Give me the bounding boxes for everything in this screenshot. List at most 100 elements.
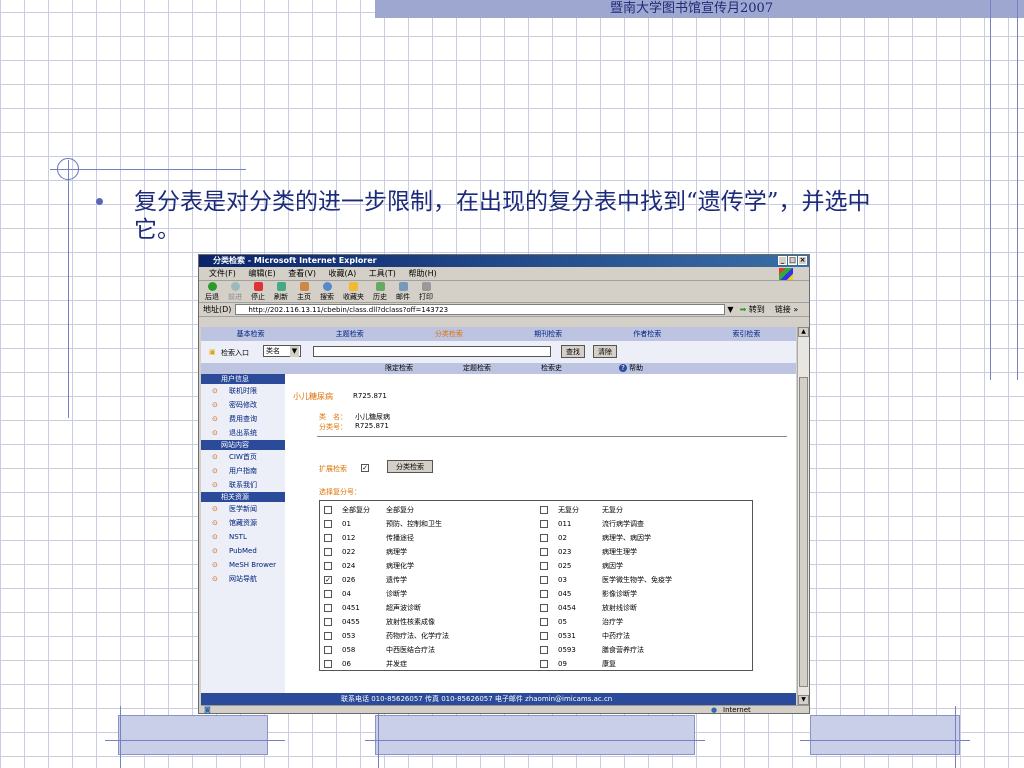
search-row: ▣ 检索入口 类名 ▼ 查找 清除 — [201, 341, 796, 363]
main-panel: 小儿糖尿病 R725.871 类 名： 小儿糖尿病 分类号： R725.871 … — [289, 374, 794, 694]
deco-box — [375, 715, 695, 755]
menu-file[interactable]: 文件(F) — [209, 269, 236, 278]
sidebar-item-holdings[interactable]: 馆藏资源 — [201, 516, 285, 530]
back-button[interactable]: 后退 — [205, 281, 219, 302]
close-button[interactable]: × — [798, 256, 807, 265]
menu-help[interactable]: 帮助(H) — [408, 269, 436, 278]
nav-limit-search[interactable]: 限定检索 — [385, 363, 413, 374]
menu-edit[interactable]: 编辑(E) — [248, 269, 275, 278]
subdivision-checkbox[interactable] — [324, 590, 332, 598]
subdivision-checkbox[interactable] — [324, 646, 332, 654]
subdivision-checkbox[interactable] — [540, 590, 548, 598]
nav-basic-search[interactable]: 基本检索 — [201, 327, 300, 341]
vertical-scrollbar[interactable]: ▲ ▼ — [797, 327, 809, 705]
subdivision-checkbox[interactable] — [324, 548, 332, 556]
stop-button[interactable]: 停止 — [251, 281, 265, 302]
mail-button[interactable]: 邮件 — [396, 281, 410, 302]
sidebar-item-sitemap[interactable]: 网站导航 — [201, 572, 285, 586]
subdivision-checkbox[interactable] — [324, 562, 332, 570]
nav-subject-search[interactable]: 主题检索 — [300, 327, 399, 341]
sidebar-item-mesh[interactable]: MeSH Brower — [201, 558, 285, 572]
favorites-button[interactable]: 收藏夹 — [343, 281, 364, 302]
subdivision-checkbox[interactable] — [540, 534, 548, 542]
sidebar-item-online-time[interactable]: 联机时限 — [201, 384, 285, 398]
subdivision-code: 0451 — [342, 604, 360, 612]
subdivision-checkbox[interactable] — [324, 604, 332, 612]
sidebar-item-contact[interactable]: 联系我们 — [201, 478, 285, 492]
home-button[interactable]: 主页 — [297, 281, 311, 302]
subdivision-checkbox[interactable] — [324, 618, 332, 626]
subdivision-checkbox[interactable] — [324, 660, 332, 668]
nav-author-search[interactable]: 作者检索 — [598, 327, 697, 341]
subdivision-checkbox[interactable] — [324, 534, 332, 542]
table-row: ✓ 026 遗传学 03 医学微生物学、免疫学 — [320, 573, 754, 587]
deco-line — [1017, 0, 1018, 380]
class-code: R725.871 — [353, 392, 387, 400]
field-select[interactable]: 类名 ▼ — [263, 345, 301, 357]
subdivision-name: 诊断学 — [386, 590, 407, 598]
menu-favorites[interactable]: 收藏(A) — [329, 269, 357, 278]
search-input[interactable] — [313, 346, 551, 357]
find-button[interactable]: 查找 — [561, 345, 585, 358]
menu-view[interactable]: 查看(V) — [288, 269, 316, 278]
subdivision-checkbox[interactable] — [540, 562, 548, 570]
nav-history[interactable]: 检索史 — [541, 363, 562, 374]
scroll-thumb[interactable] — [799, 377, 808, 687]
forward-button[interactable]: 前进 — [228, 281, 242, 302]
subdivision-checkbox[interactable] — [540, 646, 548, 654]
subdivision-name: 病理学 — [386, 548, 407, 556]
history-button[interactable]: 历史 — [373, 281, 387, 302]
sidebar-item-logout[interactable]: 退出系统 — [201, 426, 285, 440]
nav-help[interactable]: 帮助 — [629, 363, 643, 374]
nav-topic-search[interactable]: 定题检索 — [463, 363, 491, 374]
scroll-up-icon[interactable]: ▲ — [798, 327, 809, 337]
subdivision-checkbox[interactable] — [540, 576, 548, 584]
subdivision-code: 02 — [558, 534, 567, 542]
subdivision-checkbox[interactable] — [540, 520, 548, 528]
subdivision-checkbox[interactable] — [540, 632, 548, 640]
clear-button[interactable]: 清除 — [593, 345, 617, 358]
address-input[interactable]: http://202.116.13.11/cbebin/class.dll?dc… — [235, 304, 726, 315]
sidebar-item-password[interactable]: 密码修改 — [201, 398, 285, 412]
deco-box — [118, 715, 268, 755]
subdivision-code: 012 — [342, 534, 356, 542]
minimize-button[interactable]: _ — [778, 256, 787, 265]
scroll-down-icon[interactable]: ▼ — [798, 695, 809, 705]
subdivision-name: 放射线诊断 — [602, 604, 637, 612]
sidebar-item-news[interactable]: 医学新闻 — [201, 502, 285, 516]
subdivision-checkbox[interactable] — [324, 520, 332, 528]
menu-tools[interactable]: 工具(T) — [369, 269, 396, 278]
subdivision-checkbox[interactable] — [324, 632, 332, 640]
table-row: 0451 超声波诊断 0454 放射线诊断 — [320, 601, 754, 615]
sidebar-item-pubmed[interactable]: PubMed — [201, 544, 285, 558]
sidebar-item-home[interactable]: CIW首页 — [201, 450, 285, 464]
expand-checkbox[interactable]: ✓ — [361, 464, 369, 472]
nav-journal-search[interactable]: 期刊检索 — [499, 327, 598, 341]
refresh-button[interactable]: 刷新 — [274, 281, 288, 302]
subdivision-checkbox[interactable] — [324, 506, 332, 514]
subdivision-checkbox[interactable]: ✓ — [324, 576, 332, 584]
nav-index-search[interactable]: 索引检索 — [697, 327, 796, 341]
stop-icon — [253, 281, 263, 291]
dropdown-arrow-icon[interactable]: ▼ — [727, 305, 733, 314]
maximize-button[interactable]: □ — [788, 256, 797, 265]
subdivision-checkbox[interactable] — [540, 604, 548, 612]
table-row: 053 药物疗法、化学疗法 0531 中药疗法 — [320, 629, 754, 643]
sidebar-item-nstl[interactable]: NSTL — [201, 530, 285, 544]
subdivision-code: 04 — [342, 590, 351, 598]
links-button[interactable]: 链接 » — [775, 304, 798, 315]
search-button[interactable]: 搜索 — [320, 281, 334, 302]
print-button[interactable]: 打印 — [419, 281, 433, 302]
go-button[interactable]: ➡ 转到 — [740, 304, 765, 315]
subdivision-checkbox[interactable] — [540, 506, 548, 514]
subdivision-checkbox[interactable] — [540, 618, 548, 626]
nav-class-search[interactable]: 分类检索 — [399, 327, 498, 341]
deco-line — [955, 706, 956, 768]
subdivision-checkbox[interactable] — [540, 548, 548, 556]
sidebar-item-fees[interactable]: 费用查询 — [201, 412, 285, 426]
sidebar-item-guide[interactable]: 用户指南 — [201, 464, 285, 478]
subdivision-name: 影像诊断学 — [602, 590, 637, 598]
subdivision-checkbox[interactable] — [540, 660, 548, 668]
subdivision-code: 0455 — [342, 618, 360, 626]
classify-search-button[interactable]: 分类检索 — [387, 460, 433, 473]
